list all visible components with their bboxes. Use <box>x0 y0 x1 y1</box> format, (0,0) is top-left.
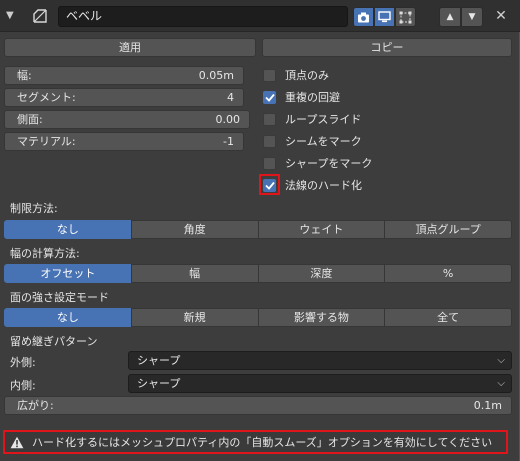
option-clamp-overlap[interactable]: 重複の回避 <box>263 88 340 106</box>
copy-button[interactable]: コピー <box>262 38 512 57</box>
edit-mode-icon[interactable] <box>395 7 416 27</box>
warning-text: ハード化するにはメッシュプロパティ内の「自動スムーズ」オプションを有効にしてくだ… <box>32 436 493 449</box>
option-label: 頂点のみ <box>285 69 329 82</box>
bevel-modifier-panel: ▼ ベベル ▲ ▼ ✕ 適用 コピー 幅: 0.05m セグメント: 4 側面:… <box>0 0 520 461</box>
width-method-option[interactable]: 幅 <box>130 264 259 283</box>
width-value: 0.05m <box>198 69 234 82</box>
move-buttons: ▲ ▼ <box>439 7 483 27</box>
limit-method-option[interactable]: なし <box>4 220 132 239</box>
spread-label: 広がり: <box>17 399 54 412</box>
option-mark-sharp[interactable]: シャープをマーク <box>263 154 372 172</box>
chevron-down-icon: ⌵ <box>497 355 505 366</box>
option-mark-seam[interactable]: シームをマーク <box>263 132 362 150</box>
face-strength-option[interactable]: なし <box>4 308 132 327</box>
bevel-modifier-icon <box>32 8 48 24</box>
outer-miter-label: 外側: <box>10 356 36 369</box>
modifier-header: ▼ ベベル ▲ ▼ ✕ <box>0 0 520 32</box>
chevron-down-icon[interactable]: ▼ <box>6 10 18 22</box>
checkbox-checked[interactable] <box>263 90 276 104</box>
face-strength-selector: なし 新規 影響する物 全て <box>4 308 512 327</box>
inner-miter-label: 内側: <box>10 379 36 392</box>
limit-method-option[interactable]: ウェイト <box>257 220 386 239</box>
option-label: ループスライド <box>285 113 362 126</box>
segments-label: セグメント: <box>17 91 76 104</box>
monitor-icon[interactable] <box>374 7 395 27</box>
warning-icon <box>10 436 24 448</box>
segments-field[interactable]: セグメント: 4 <box>4 88 244 107</box>
material-field[interactable]: マテリアル: -1 <box>4 132 244 151</box>
close-icon[interactable]: ✕ <box>492 7 510 25</box>
limit-method-option[interactable]: 角度 <box>130 220 259 239</box>
option-label: シームをマーク <box>285 135 362 148</box>
option-loop-slide[interactable]: ループスライド <box>263 110 361 128</box>
inner-miter-value: シャープ <box>137 377 181 390</box>
material-value: -1 <box>223 135 234 148</box>
limit-method-option[interactable]: 頂点グループ <box>384 220 512 239</box>
profile-value: 0.00 <box>215 113 241 126</box>
face-strength-option[interactable]: 影響する物 <box>257 308 386 327</box>
checkbox[interactable] <box>263 68 276 82</box>
chevron-down-icon: ⌵ <box>497 378 505 389</box>
option-vertex-only[interactable]: 頂点のみ <box>263 66 329 84</box>
inner-miter-dropdown[interactable]: シャープ ⌵ <box>128 374 512 393</box>
spread-value: 0.1m <box>473 399 502 412</box>
highlight-box <box>259 174 280 195</box>
modifier-name-field[interactable]: ベベル <box>58 6 348 27</box>
apply-button[interactable]: 適用 <box>4 38 256 57</box>
profile-field[interactable]: 側面: 0.00 <box>4 110 250 129</box>
width-method-label: 幅の計算方法: <box>10 247 80 260</box>
miter-pattern-label: 留め継ぎパターン <box>10 335 98 348</box>
option-label: 法線のハード化 <box>285 179 362 192</box>
spread-field[interactable]: 広がり: 0.1m <box>4 396 512 415</box>
outer-miter-dropdown[interactable]: シャープ ⌵ <box>128 351 512 370</box>
camera-icon[interactable] <box>353 7 374 27</box>
outer-miter-value: シャープ <box>137 354 181 367</box>
face-strength-label: 面の強さ設定モード <box>10 291 109 304</box>
limit-method-selector: なし 角度 ウェイト 頂点グループ <box>4 220 512 239</box>
width-method-option[interactable]: % <box>384 264 512 283</box>
checkbox[interactable] <box>263 112 276 126</box>
width-label: 幅: <box>17 69 32 82</box>
limit-method-label: 制限方法: <box>10 202 58 215</box>
checkbox[interactable] <box>263 134 276 148</box>
material-label: マテリアル: <box>17 135 76 148</box>
width-method-option[interactable]: オフセット <box>4 264 132 283</box>
visibility-toggles <box>353 7 416 27</box>
profile-label: 側面: <box>17 113 43 126</box>
down-arrow-icon[interactable]: ▼ <box>461 7 483 27</box>
warning-message: ハード化するにはメッシュプロパティ内の「自動スムーズ」オプションを有効にしてくだ… <box>3 430 508 454</box>
face-strength-option[interactable]: 全て <box>384 308 512 327</box>
width-field[interactable]: 幅: 0.05m <box>4 66 244 85</box>
face-strength-option[interactable]: 新規 <box>130 308 259 327</box>
segments-value: 4 <box>227 91 234 104</box>
option-label: 重複の回避 <box>285 91 340 104</box>
width-method-option[interactable]: 深度 <box>257 264 386 283</box>
option-label: シャープをマーク <box>285 157 373 170</box>
checkbox[interactable] <box>263 156 276 170</box>
width-method-selector: オフセット 幅 深度 % <box>4 264 512 283</box>
up-arrow-icon[interactable]: ▲ <box>439 7 461 27</box>
checkmark-icon <box>264 93 275 102</box>
